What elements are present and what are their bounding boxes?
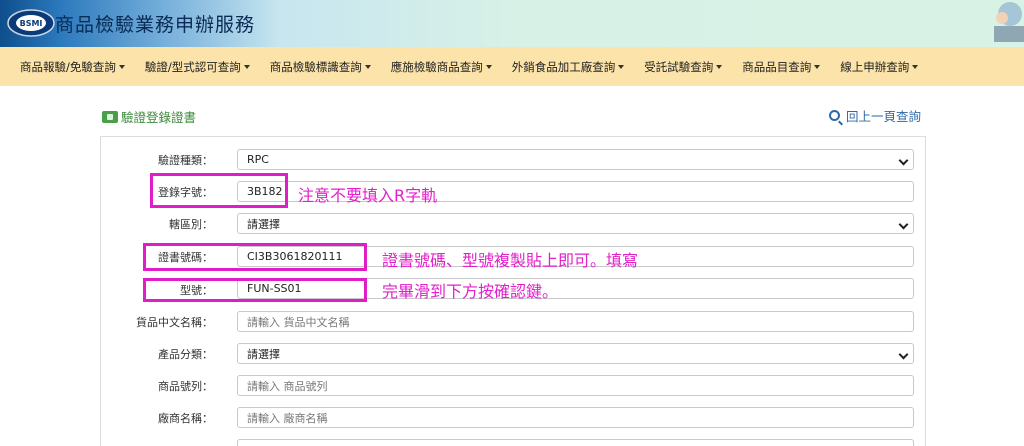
nav-online-application-query[interactable]: 線上申辦查詢 bbox=[840, 59, 919, 75]
next-field-input[interactable] bbox=[237, 439, 914, 446]
highlight-box-model bbox=[143, 278, 367, 302]
annotation-note-1: 注意不要填入R字軌 bbox=[298, 186, 438, 205]
caret-down-icon bbox=[814, 64, 821, 69]
district-label: 轄區別： bbox=[169, 218, 213, 231]
main-nav: 商品報驗/免驗查詢 驗證/型式認可查詢 商品檢驗標識查詢 應施檢驗商品查詢 外銷… bbox=[0, 47, 1024, 86]
header-decoration-icon bbox=[994, 2, 1024, 42]
caret-down-icon bbox=[912, 64, 919, 69]
category-select[interactable]: 請選擇 bbox=[237, 343, 914, 364]
caret-down-icon bbox=[364, 64, 371, 69]
nav-export-food-query[interactable]: 外銷食品加工廠查詢 bbox=[512, 59, 625, 75]
book-icon bbox=[102, 110, 118, 123]
highlight-box-reg-no bbox=[150, 173, 288, 208]
nav-mark-query[interactable]: 商品檢驗標識查詢 bbox=[270, 59, 371, 75]
name-cn-label: 貨品中文名稱： bbox=[136, 316, 213, 329]
vendor-label: 廠商名稱： bbox=[158, 412, 213, 425]
nav-regulated-goods-query[interactable]: 應施檢驗商品查詢 bbox=[391, 59, 492, 75]
highlight-box-cert-no bbox=[143, 243, 367, 271]
caret-down-icon bbox=[243, 64, 250, 69]
district-select[interactable]: 請選擇 bbox=[237, 213, 914, 234]
annotation-note-2: 證書號碼、型號複製貼上即可。填寫 bbox=[382, 251, 639, 270]
search-icon bbox=[828, 110, 840, 121]
nav-certification-query[interactable]: 驗證/型式認可查詢 bbox=[145, 59, 250, 75]
site-title[interactable]: 商品檢驗業務申辦服務 bbox=[55, 10, 255, 37]
serial-input[interactable]: 請輸入 商品號列 bbox=[237, 375, 914, 396]
nav-inspection-query[interactable]: 商品報驗/免驗查詢 bbox=[20, 59, 125, 75]
logo-text: BSMI bbox=[20, 19, 43, 28]
cert-type-select[interactable]: RPC bbox=[237, 149, 914, 170]
annotation-note-3: 完畢滑到下方按確認鍵。 bbox=[382, 282, 559, 301]
caret-down-icon bbox=[716, 64, 723, 69]
cert-type-label: 驗證種類： bbox=[158, 154, 213, 167]
name-cn-input[interactable]: 請輸入 貨品中文名稱 bbox=[237, 311, 914, 332]
serial-label: 商品號列： bbox=[158, 380, 213, 393]
caret-down-icon bbox=[618, 64, 625, 69]
back-to-query-link[interactable]: 回上一頁查詢 bbox=[828, 106, 921, 125]
nav-testing-query[interactable]: 受託試驗查詢 bbox=[644, 59, 723, 75]
caret-down-icon bbox=[485, 64, 492, 69]
bsmi-logo-icon[interactable]: BSMI bbox=[6, 7, 56, 39]
site-header: BSMI 商品檢驗業務申辦服務 bbox=[0, 0, 1024, 47]
page-title: 驗證登錄證書 bbox=[102, 107, 196, 126]
vendor-input[interactable]: 請輸入 廠商名稱 bbox=[237, 407, 914, 428]
page-title-text: 驗證登錄證書 bbox=[121, 110, 197, 125]
nav-goods-items-query[interactable]: 商品品目查詢 bbox=[742, 59, 821, 75]
category-label: 產品分類： bbox=[158, 348, 213, 361]
back-link-label: 回上一頁查詢 bbox=[845, 109, 921, 124]
caret-down-icon bbox=[118, 64, 125, 69]
